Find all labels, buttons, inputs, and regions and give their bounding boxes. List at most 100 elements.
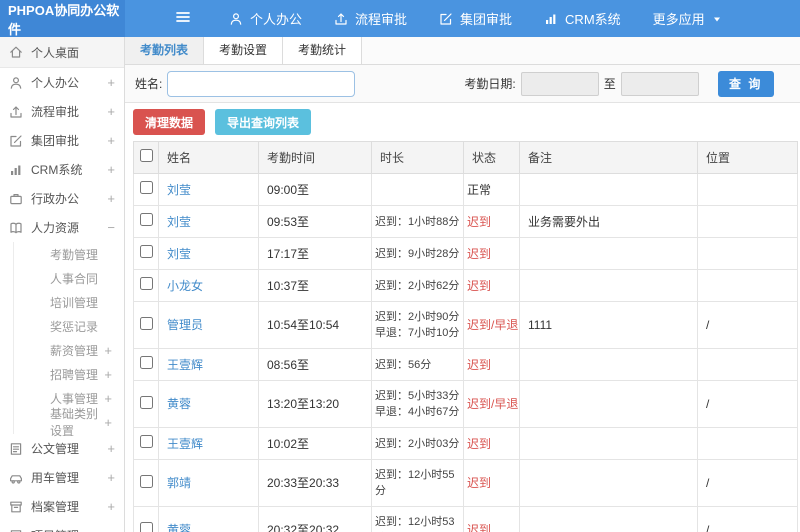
sidebar-subitem[interactable]: 奖惩记录: [14, 314, 124, 338]
expand-toggle-icon: +: [107, 104, 115, 119]
date-from-input[interactable]: [520, 71, 599, 96]
position-cell: [697, 269, 798, 302]
search-button[interactable]: 查 询: [717, 70, 774, 97]
sidebar-subitem[interactable]: 薪资管理 +: [14, 338, 124, 362]
sidebar-item-label: 个人桌面: [31, 45, 80, 60]
position-cell: [697, 237, 798, 270]
row-select-cell: [133, 506, 159, 532]
sidebar-item[interactable]: 个人办公 +: [0, 68, 124, 97]
status-cell: 迟到: [463, 506, 520, 532]
name-cell: 黄蓉: [158, 380, 259, 428]
chart-icon: [544, 12, 558, 26]
position-cell: /: [697, 301, 798, 349]
sidebar-item[interactable]: 人力资源 −: [0, 213, 124, 242]
table-row: 刘莹 09:00至 正常: [133, 173, 798, 206]
row-checkbox[interactable]: [139, 395, 153, 409]
sidebar-item[interactable]: CRM系统 +: [0, 155, 124, 184]
table-header-row: 姓名 考勤时间 时长 状态 备注 位置: [133, 141, 798, 174]
doc-icon: [9, 442, 23, 456]
row-checkbox[interactable]: [139, 181, 153, 194]
sidebar-subitem[interactable]: 培训管理: [14, 290, 124, 314]
sidebar-item[interactable]: 档案管理 +: [0, 492, 124, 521]
row-checkbox[interactable]: [139, 316, 153, 330]
menu-toggle-button[interactable]: [165, 0, 201, 37]
briefcase-icon: [9, 192, 23, 206]
tab[interactable]: 考勤设置: [204, 37, 284, 64]
date-to-input[interactable]: [620, 71, 699, 96]
tab-label: 考勤统计: [298, 43, 347, 57]
row-checkbox[interactable]: [139, 435, 153, 448]
select-all-checkbox[interactable]: [139, 149, 153, 162]
table-row: 管理员 10:54至10:54 迟到：2小时90分 早退：7小时10分 迟到/早…: [133, 301, 798, 349]
employee-name-link[interactable]: 刘莹: [167, 215, 191, 229]
sidebar-subitem[interactable]: 考勤管理: [14, 242, 124, 266]
sidebar-item[interactable]: 项目管理 +: [0, 521, 124, 532]
employee-name-link[interactable]: 黄蓉: [167, 523, 191, 532]
note-cell: [519, 506, 698, 532]
sidebar-item[interactable]: 用车管理 +: [0, 463, 124, 492]
user-icon: [229, 12, 243, 26]
note-cell: [519, 269, 698, 302]
table-row: 黄蓉 20:32至20:32 迟到：12小时53分 迟到 /: [133, 506, 798, 532]
sidebar-item[interactable]: 流程审批 +: [0, 97, 124, 126]
top-nav-item[interactable]: 个人办公: [213, 0, 318, 37]
expand-toggle-icon: +: [107, 162, 115, 177]
note-cell: 1111: [519, 301, 698, 349]
sidebar-subitem[interactable]: 基础类别设置 +: [14, 407, 124, 438]
export-list-button[interactable]: 导出查询列表: [215, 109, 312, 135]
row-checkbox[interactable]: [139, 213, 153, 226]
sidebar-subitem[interactable]: 人事合同: [14, 266, 124, 290]
row-checkbox[interactable]: [139, 474, 153, 488]
sidebar-item[interactable]: 个人桌面: [0, 37, 124, 68]
employee-name-link[interactable]: 刘莹: [167, 247, 191, 261]
row-select-cell: [133, 237, 159, 270]
tab[interactable]: 考勤统计: [283, 37, 363, 64]
employee-name-link[interactable]: 刘莹: [167, 183, 191, 197]
sidebar-menu-bottom: 公文管理 + 用车管理 + 档案管理 + 项目管理 +: [0, 434, 124, 532]
employee-name-link[interactable]: 王壹辉: [167, 358, 203, 372]
status-cell: 迟到: [463, 205, 520, 238]
status-cell: 迟到/早退: [463, 301, 520, 349]
sidebar-item-label: 流程审批: [31, 105, 80, 119]
edit-icon: [439, 12, 453, 26]
row-checkbox[interactable]: [139, 521, 153, 532]
row-checkbox[interactable]: [139, 277, 153, 290]
name-filter-input[interactable]: [167, 70, 356, 97]
select-all-cell: [133, 141, 159, 174]
top-nav-item[interactable]: 集团审批: [423, 0, 528, 37]
column-header: 备注: [519, 141, 698, 174]
position-cell: [697, 348, 798, 381]
top-nav-label: 更多应用: [652, 12, 705, 27]
row-select-cell: [133, 301, 159, 349]
duration-cell: 迟到：12小时55分: [371, 459, 464, 507]
top-nav-item[interactable]: CRM系统: [528, 0, 637, 37]
expand-toggle-icon: +: [104, 342, 112, 358]
employee-name-link[interactable]: 黄蓉: [167, 397, 191, 411]
sidebar-item[interactable]: 行政办公 +: [0, 184, 124, 213]
clear-data-button[interactable]: 清理数据: [133, 109, 206, 135]
note-cell: [519, 173, 698, 206]
employee-name-link[interactable]: 管理员: [167, 318, 203, 332]
attendance-table-body: 刘莹 09:00至 正常 刘莹 09:53至 迟到：1小时88分 迟到 业务需要…: [133, 173, 798, 532]
table-row: 刘莹 09:53至 迟到：1小时88分 迟到 业务需要外出: [133, 205, 798, 238]
row-checkbox[interactable]: [139, 245, 153, 258]
top-nav-item[interactable]: 流程审批: [318, 0, 423, 37]
project-icon: [9, 529, 23, 532]
archive-icon: [9, 500, 23, 514]
position-cell: /: [697, 506, 798, 532]
tab[interactable]: 考勤列表: [125, 37, 205, 64]
note-cell: [519, 427, 698, 460]
row-select-cell: [133, 269, 159, 302]
sidebar-item[interactable]: 集团审批 +: [0, 126, 124, 155]
employee-name-link[interactable]: 郭靖: [167, 476, 191, 490]
sidebar-item-label: CRM系统: [31, 163, 83, 177]
chart-icon: [9, 163, 23, 177]
row-checkbox[interactable]: [139, 356, 153, 369]
employee-name-link[interactable]: 王壹辉: [167, 437, 203, 451]
sidebar-item-label: 公文管理: [31, 442, 80, 456]
top-nav-item[interactable]: 更多应用: [637, 0, 738, 37]
employee-name-link[interactable]: 小龙女: [167, 279, 203, 293]
table-row: 黄蓉 13:20至13:20 迟到：5小时33分 早退：4小时67分 迟到/早退…: [133, 380, 798, 428]
sidebar-subitem[interactable]: 招聘管理 +: [14, 362, 124, 386]
sidebar-subitem-label: 人事合同: [50, 271, 99, 286]
